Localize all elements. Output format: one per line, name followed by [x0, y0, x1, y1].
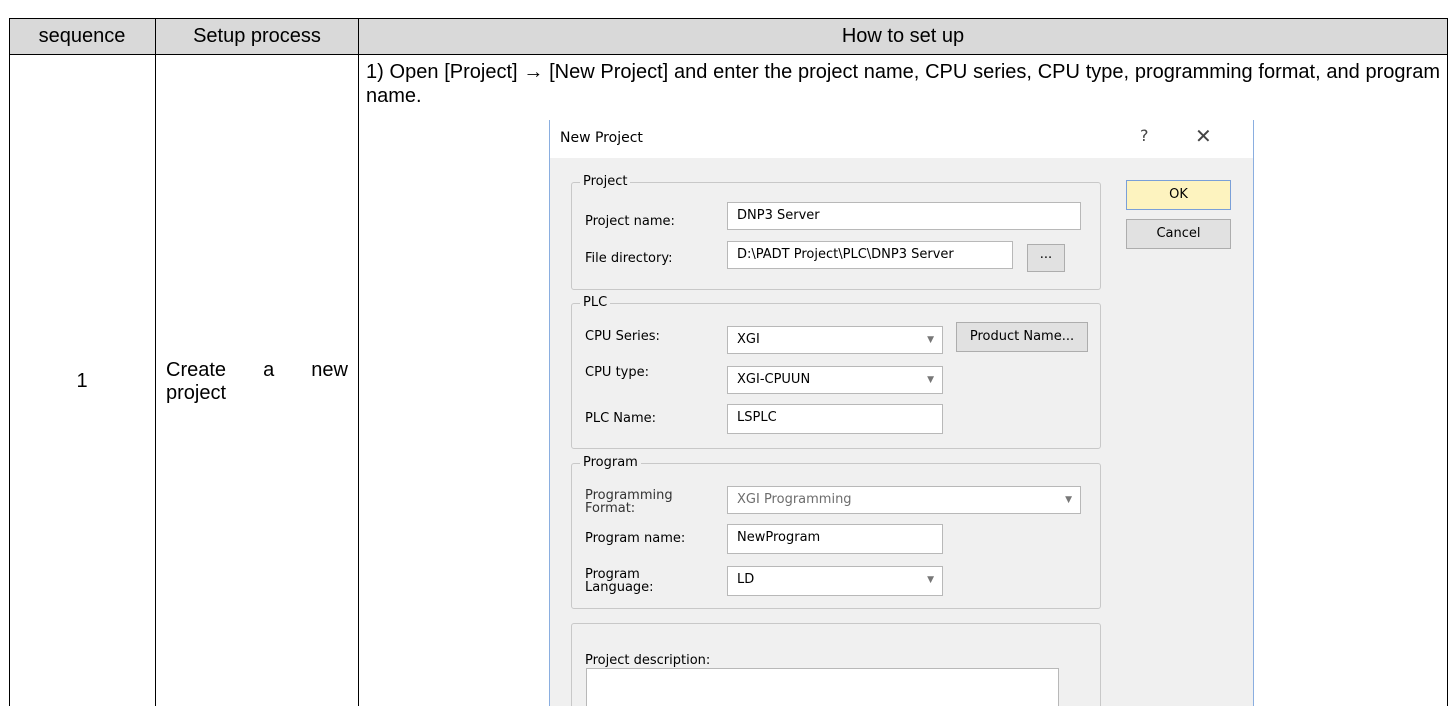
cpu-series-select[interactable]: XGI ▼	[727, 326, 943, 354]
table-header-divider	[9, 54, 1448, 55]
header-sequence: sequence	[38, 25, 126, 47]
cancel-button[interactable]: Cancel	[1126, 219, 1231, 249]
ok-button[interactable]: OK	[1126, 180, 1231, 210]
table-border-right	[1447, 18, 1448, 706]
program-language-label: Program Language:	[585, 568, 654, 594]
program-language-select[interactable]: LD ▼	[727, 566, 943, 596]
dialog-title: New Project	[560, 130, 643, 146]
program-name-input[interactable]: NewProgram	[727, 524, 943, 554]
browse-button[interactable]: ...	[1027, 244, 1065, 272]
plc-name-label: PLC Name:	[585, 411, 657, 426]
setup-process-line1: Create a new	[166, 359, 348, 381]
cpu-type-select[interactable]: XGI-CPUUN ▼	[727, 366, 943, 394]
programming-format-select[interactable]: XGI Programming ▼	[727, 486, 1081, 514]
project-description-label: Project description:	[585, 653, 711, 668]
programming-format-label-line2: Format:	[585, 501, 636, 516]
instruction-text: 1) Open [Project] → [New Project] and en…	[366, 61, 1440, 107]
table-border-top	[9, 18, 1448, 19]
new-project-dialog: New Project ? ✕ Project Project name: DN…	[549, 120, 1254, 706]
project-description-input[interactable]	[586, 668, 1059, 706]
file-directory-label: File directory:	[585, 251, 673, 266]
chevron-down-icon: ▼	[927, 575, 934, 585]
program-language-label-line2: Language:	[585, 580, 654, 595]
project-name-input[interactable]: DNP3 Server	[727, 202, 1081, 230]
programming-format-value: XGI Programming	[737, 492, 852, 507]
plc-group-legend: PLC	[580, 295, 611, 310]
setup-process-line2: project	[166, 382, 227, 404]
product-name-button[interactable]: Product Name...	[956, 322, 1088, 352]
program-language-value: LD	[737, 572, 755, 587]
cpu-type-value: XGI-CPUUN	[737, 372, 811, 387]
dialog-title-bar: New Project ? ✕	[550, 120, 1253, 158]
plc-name-input[interactable]: LSPLC	[727, 404, 943, 434]
chevron-down-icon: ▼	[927, 335, 934, 345]
header-setup-process: Setup process	[193, 25, 321, 47]
cpu-type-label: CPU type:	[585, 365, 649, 380]
table-border-left	[9, 18, 10, 706]
programming-format-label: Programming Format:	[585, 489, 673, 515]
help-icon[interactable]: ?	[1140, 126, 1149, 145]
sequence-number: 1	[76, 370, 88, 392]
project-name-label: Project name:	[585, 214, 675, 229]
file-directory-input[interactable]: D:\PADT Project\PLC\DNP3 Server	[727, 241, 1013, 269]
project-group-legend: Project	[580, 174, 631, 189]
chevron-down-icon: ▼	[1065, 495, 1072, 505]
close-icon[interactable]: ✕	[1195, 124, 1212, 148]
program-group-legend: Program	[580, 455, 641, 470]
table-column-divider-2	[358, 18, 359, 706]
header-how-to-set-up: How to set up	[841, 25, 965, 47]
cpu-series-value: XGI	[737, 332, 760, 347]
cpu-series-label: CPU Series:	[585, 329, 660, 344]
program-name-label: Program name:	[585, 531, 686, 546]
table-column-divider-1	[155, 18, 156, 706]
project-group: Project	[571, 174, 1101, 290]
chevron-down-icon: ▼	[927, 375, 934, 385]
